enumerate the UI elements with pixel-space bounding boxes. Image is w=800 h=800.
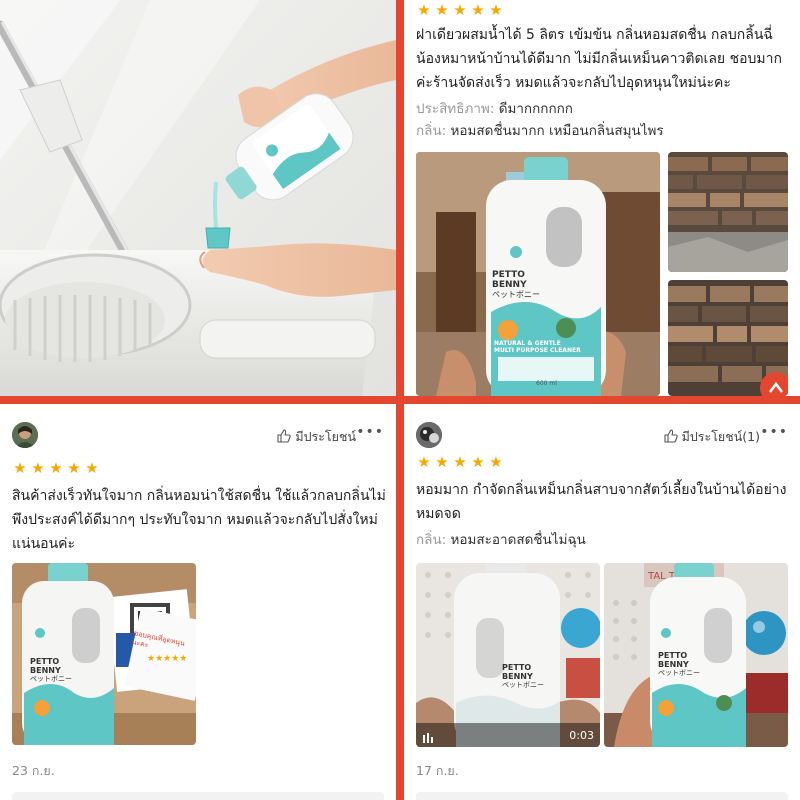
star-icon: ★	[471, 453, 485, 471]
avatar-image	[416, 422, 442, 448]
review-attribute-scent: กลิ่น: หอมสดชื่นมากก เหมือนกลิ่นสมุนไพร	[416, 120, 792, 142]
video-icon	[422, 729, 436, 747]
review-card-a: ★ ★ ★ ★ ★ ฝาเดียวผสมน้ำได้ 5 ลิตร เข้มข้…	[404, 0, 800, 396]
review-video-thumbnail[interactable]: PETTO BENNY ペットボニー 0:03	[416, 563, 600, 747]
star-rating: ★ ★ ★ ★ ★	[416, 455, 504, 470]
star-icon: ★	[435, 453, 449, 471]
reply-bar[interactable]	[12, 792, 384, 800]
product-brand: PETTO BENNY ペットボニー	[502, 663, 544, 690]
review-photo-wall-1[interactable]	[668, 152, 788, 272]
review-header: มีประโยชน์ •••	[12, 422, 386, 450]
helpful-label: มีประโยชน์	[295, 429, 356, 444]
brand-japanese: ペットボニー	[492, 290, 540, 299]
helpful-label: มีประโยชน์(1)	[681, 429, 760, 444]
product-name-line-2: MULTI PURPOSE CLEANER	[494, 347, 581, 354]
attribute-value: หอมสดชื่นมากก เหมือนกลิ่นสมุนไพร	[450, 123, 664, 139]
product-name: NATURAL & GENTLE MULTI PURPOSE CLEANER	[494, 340, 581, 354]
star-rating: ★ ★ ★ ★ ★	[416, 3, 504, 18]
avatar[interactable]	[12, 422, 38, 448]
product-name-line-1: NATURAL & GENTLE	[494, 340, 561, 347]
star-icon: ★	[85, 459, 99, 477]
attribute-label: กลิ่น:	[416, 532, 447, 548]
thumbs-up-icon	[664, 428, 678, 446]
brand-line-2: BENNY	[30, 666, 61, 675]
review-card-b: มีประโยชน์ ••• ★ ★ ★ ★ ★ สินค้าส่งเร็วทั…	[0, 404, 396, 800]
star-icon: ★	[13, 459, 27, 477]
shelf-photo-illustration	[416, 563, 600, 747]
review-header: มีประโยชน์(1) •••	[416, 422, 790, 450]
helpful-button[interactable]: มีประโยชน์	[277, 427, 356, 447]
brand-line-2: BENNY	[502, 672, 533, 681]
video-duration: 0:03	[569, 729, 594, 742]
review-text: ฝาเดียวผสมน้ำได้ 5 ลิตร เข้มข้น กลิ่นหอม…	[416, 27, 782, 91]
more-options-icon[interactable]: •••	[356, 424, 384, 440]
star-icon: ★	[471, 1, 485, 19]
more-options-icon[interactable]: •••	[760, 424, 788, 440]
reply-bar[interactable]	[416, 792, 788, 800]
star-icon: ★	[417, 453, 431, 471]
review-attribute-effectiveness: ประสิทธิภาพ: ดีมากกกกกก	[416, 98, 792, 120]
review-date: 17 ก.ย.	[416, 763, 459, 778]
star-icon: ★	[49, 459, 63, 477]
brand-line-2: BENNY	[658, 660, 689, 669]
review-photo-bottle-hand[interactable]: TAL TOUR PETTO BENNY ペットボニー	[604, 563, 788, 747]
stone-wall-illustration	[668, 152, 788, 272]
review-photo-package[interactable]: ★★★★★ PETTO BENNY ペットボニー ขอบคุณที่อุดหนุ…	[12, 563, 196, 745]
product-brand: PETTO BENNY ペットボニー	[30, 657, 72, 684]
product-brand: PETTO BENNY ペットボニー	[658, 651, 700, 678]
brand-line-1: PETTO	[30, 657, 60, 666]
product-brand: PETTO BENNY ペットボニー	[492, 270, 540, 300]
brand-line-1: PETTO	[502, 663, 532, 672]
review-photo-product[interactable]: PETTO BENNY ペットボニー NATURAL & GENTLE MULT…	[416, 152, 660, 396]
review-card-c: มีประโยชน์(1) ••• ★ ★ ★ ★ ★ หอมมาก กำจัด…	[404, 404, 800, 800]
star-icon: ★	[417, 1, 431, 19]
review-date: 23 ก.ย.	[12, 763, 55, 778]
star-icon: ★	[435, 1, 449, 19]
avatar-image	[12, 422, 38, 448]
attribute-label: กลิ่น:	[416, 123, 447, 139]
review-photo-wall-2[interactable]	[668, 280, 788, 396]
brand-japanese: ペットボニー	[502, 681, 544, 689]
brand-line-2: BENNY	[492, 280, 527, 290]
attribute-value: หอมสะอาดสดชื่นไม่ฉุน	[450, 532, 586, 548]
star-rating: ★ ★ ★ ★ ★	[12, 461, 100, 476]
star-icon: ★	[31, 459, 45, 477]
helpful-button[interactable]: มีประโยชน์(1)	[664, 427, 760, 447]
product-pouring-photo[interactable]	[0, 0, 396, 396]
star-icon: ★	[453, 453, 467, 471]
thumbs-up-icon	[277, 428, 292, 446]
product-volume: 600 ml	[536, 380, 557, 387]
brand-line-1: PETTO	[492, 270, 525, 280]
star-icon: ★	[489, 453, 503, 471]
pouring-scene-illustration	[0, 0, 396, 396]
stone-wall-illustration	[668, 280, 788, 396]
star-icon: ★	[489, 1, 503, 19]
review-text: หอมมาก กำจัดกลิ่นเหม็นกลิ่นสาบจากสัตว์เล…	[416, 482, 787, 522]
brand-japanese: ペットボニー	[30, 675, 72, 683]
star-icon: ★	[453, 1, 467, 19]
avatar[interactable]	[416, 422, 442, 448]
star-icon: ★	[67, 459, 81, 477]
attribute-label: ประสิทธิภาพ:	[416, 101, 495, 117]
brand-line-1: PETTO	[658, 651, 688, 660]
review-text: สินค้าส่งเร็วทันใจมาก กลิ่นหอมน่าใช้สดชื…	[12, 488, 386, 552]
review-attribute-scent: กลิ่น: หอมสะอาดสดชื่นไม่ฉุน	[416, 529, 790, 551]
brand-japanese: ペットボニー	[658, 669, 700, 677]
attribute-value: ดีมากกกกกก	[498, 101, 573, 117]
review-image-collage: ★ ★ ★ ★ ★ ฝาเดียวผสมน้ำได้ 5 ลิตร เข้มข้…	[0, 0, 800, 800]
